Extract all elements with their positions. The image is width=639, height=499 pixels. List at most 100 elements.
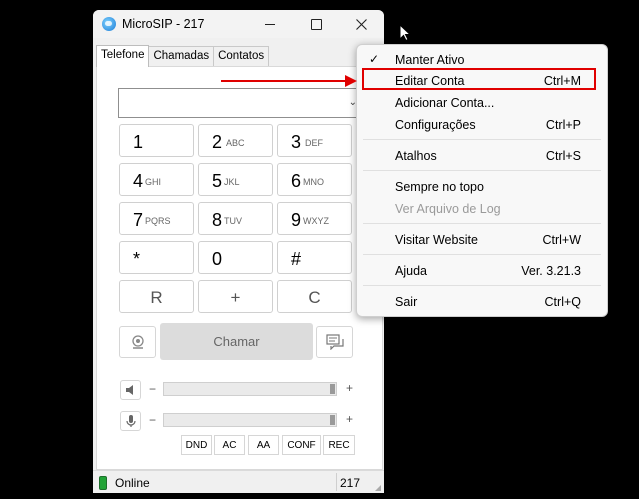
phone-panel: ⌄ 1 2 ABC 3 DEF 4 GHI 5 JKL 6 MNO 7 PQRS 8 TUV …	[96, 66, 383, 470]
maximize-button[interactable]	[293, 10, 339, 38]
tab-bar: Telefone Chamadas Contatos	[96, 45, 270, 67]
speaker-plus: +	[346, 381, 354, 395]
menu-separator	[363, 254, 601, 255]
key-digit: 2	[212, 132, 223, 152]
key-letters: PQRS	[145, 216, 171, 226]
key-2[interactable]: 2 ABC	[198, 124, 273, 157]
mic-plus: +	[346, 412, 354, 426]
call-button[interactable]: Chamar	[160, 323, 313, 360]
checkmark-icon: ✓	[369, 52, 380, 66]
mic-minus: −	[149, 413, 157, 427]
number-combobox[interactable]: ⌄	[118, 88, 362, 118]
microsip-window: MicroSIP - 217 Telefone Chamadas Contato…	[93, 10, 384, 493]
key-6[interactable]: 6 MNO	[277, 163, 352, 196]
key-3[interactable]: 3 DEF	[277, 124, 352, 157]
menu-separator	[363, 170, 601, 171]
menu-item-label: Ajuda	[395, 264, 427, 278]
key-8[interactable]: 8 TUV	[198, 202, 273, 235]
annotation-arrow	[221, 80, 347, 82]
key-letters: MNO	[303, 177, 324, 187]
auto-conference-button[interactable]: AC	[214, 435, 245, 455]
resize-grip-icon[interactable]	[375, 485, 381, 491]
menu-item-version: Ver. 3.21.3	[521, 264, 581, 278]
menu-item-label: Atalhos	[395, 149, 437, 163]
menu-item-label: Visitar Website	[395, 233, 478, 247]
menu-item-sempre-no-topo[interactable]: Sempre no topo	[357, 176, 607, 198]
mic-mute-button[interactable]	[120, 411, 141, 431]
close-button[interactable]	[338, 10, 384, 38]
speaker-volume-slider[interactable]	[163, 382, 337, 396]
menu-separator	[363, 285, 601, 286]
menu-item-atalhos[interactable]: Atalhos Ctrl+S	[357, 145, 607, 167]
key-hash[interactable]: #	[277, 241, 352, 274]
menu-item-ver-arquivo-de-log: Ver Arquivo de Log	[357, 198, 607, 220]
key-letters: DEF	[305, 138, 323, 148]
key-digit: 4	[133, 171, 144, 191]
plus-button[interactable]: +	[198, 280, 273, 313]
status-bar: Online 217	[93, 470, 384, 493]
conference-button[interactable]: CONF	[282, 435, 321, 455]
key-digit: *	[133, 249, 141, 269]
menu-item-label: Ver Arquivo de Log	[395, 202, 501, 216]
key-9[interactable]: 9 WXYZ	[277, 202, 352, 235]
dnd-button[interactable]: DND	[181, 435, 212, 455]
key-digit: 5	[212, 171, 223, 191]
speaker-mute-button[interactable]	[120, 380, 141, 400]
key-5[interactable]: 5 JKL	[198, 163, 273, 196]
online-status-icon	[99, 476, 107, 490]
key-star[interactable]: *	[119, 241, 194, 274]
plus-label: +	[230, 288, 241, 307]
key-7[interactable]: 7 PQRS	[119, 202, 194, 235]
menu-item-adicionar-conta[interactable]: Adicionar Conta...	[357, 92, 607, 114]
status-extension: 217	[340, 476, 361, 490]
menu-item-configuracoes[interactable]: Configurações Ctrl+P	[357, 114, 607, 136]
slider-thumb[interactable]	[330, 415, 335, 425]
menu-item-sair[interactable]: Sair Ctrl+Q	[357, 291, 607, 313]
key-letters: GHI	[145, 177, 162, 187]
slider-thumb[interactable]	[330, 384, 335, 394]
video-call-button[interactable]	[119, 326, 156, 358]
key-digit: 6	[291, 171, 302, 191]
menu-item-shortcut: Ctrl+W	[542, 233, 581, 247]
mic-volume-slider[interactable]	[163, 413, 337, 427]
menu-item-label: Manter Ativo	[395, 53, 465, 67]
key-digit: 3	[291, 132, 302, 152]
minimize-icon	[265, 23, 275, 25]
key-0[interactable]: 0	[198, 241, 273, 274]
menu-item-shortcut: Ctrl+P	[545, 118, 581, 132]
message-button[interactable]	[316, 326, 353, 358]
window-title: MicroSIP - 217	[122, 17, 205, 31]
clear-label: C	[308, 288, 321, 307]
microsip-logo-icon	[102, 17, 116, 31]
key-digit: 0	[212, 249, 223, 269]
minimize-button[interactable]	[247, 10, 293, 38]
chat-icon	[325, 334, 344, 350]
key-letters: ABC	[226, 138, 245, 148]
key-digit: #	[291, 249, 302, 269]
arrow-head-icon	[345, 75, 357, 87]
status-text: Online	[115, 476, 150, 490]
menu-item-label: Sempre no topo	[395, 180, 484, 194]
key-1[interactable]: 1	[119, 124, 194, 157]
menu-separator	[363, 223, 601, 224]
title-bar[interactable]: MicroSIP - 217	[93, 10, 384, 38]
tab-chamadas[interactable]: Chamadas	[148, 46, 215, 66]
tab-contatos[interactable]: Contatos	[213, 46, 270, 66]
redial-label: R	[150, 288, 163, 307]
clear-button[interactable]: C	[277, 280, 352, 313]
auto-answer-button[interactable]: AA	[248, 435, 279, 455]
menu-item-shortcut: Ctrl+Q	[544, 295, 581, 309]
tab-telefone[interactable]: Telefone	[96, 45, 150, 67]
key-digit: 1	[133, 132, 144, 152]
highlight-box	[362, 68, 596, 90]
menu-item-label: Configurações	[395, 118, 476, 132]
key-digit: 8	[212, 210, 223, 230]
key-4[interactable]: 4 GHI	[119, 163, 194, 196]
menu-item-ajuda[interactable]: Ajuda Ver. 3.21.3	[357, 260, 607, 282]
record-button[interactable]: REC	[323, 435, 355, 455]
close-icon	[355, 18, 367, 30]
menu-item-visitar-website[interactable]: Visitar Website Ctrl+W	[357, 229, 607, 251]
status-divider	[336, 473, 337, 491]
menu-item-shortcut: Ctrl+S	[545, 149, 581, 163]
redial-button[interactable]: R	[119, 280, 194, 313]
